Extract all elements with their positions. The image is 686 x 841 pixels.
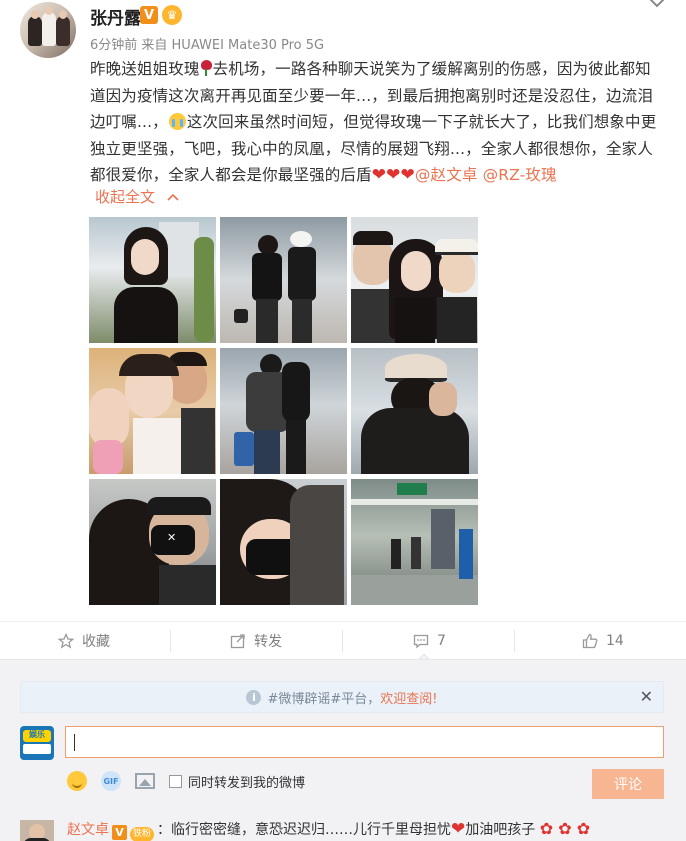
comment-body: ：临行密密缝，意恐迟迟归……儿行千里母担忧: [157, 822, 452, 838]
post-actions-bar: 收藏 转发 7 14: [0, 621, 686, 661]
share-icon: [230, 633, 246, 649]
divider: [170, 630, 171, 652]
thumbs-up-icon: [582, 633, 598, 649]
gif-icon[interactable]: GIF: [101, 771, 121, 791]
collapse-label: 收起全文: [95, 188, 156, 206]
comment-count: 7: [437, 633, 446, 649]
photo-6[interactable]: [351, 348, 478, 474]
chevron-up-icon: [167, 193, 179, 201]
favorite-label: 收藏: [82, 634, 110, 650]
content-text-1: 昨晚送姐姐玫瑰: [90, 60, 200, 78]
photo-4[interactable]: [89, 348, 216, 474]
emoji-icon[interactable]: [67, 771, 87, 791]
comment-tools: GIF 同时转发到我的微博: [67, 768, 305, 794]
comment-body-2: 加油吧孩子: [465, 822, 536, 838]
fan-badge-icon: 铁粉: [130, 827, 155, 841]
mention-zhaowenzhuo[interactable]: @赵文卓: [415, 166, 478, 184]
close-icon[interactable]: ✕: [640, 687, 653, 706]
repost-checkbox[interactable]: [169, 774, 182, 788]
info-icon: i: [246, 689, 262, 705]
commenter-avatar[interactable]: [20, 820, 54, 841]
photo-9[interactable]: [351, 479, 478, 605]
favorite-button[interactable]: 收藏: [57, 622, 110, 660]
comment-text: 赵文卓 V 铁粉 ：临行密密缝，意恐迟迟归……儿行千里母担忧❤加油吧孩子 ✿ ✿ ✿: [67, 819, 590, 841]
notice-link[interactable]: 欢迎查阅!: [380, 688, 437, 707]
like-button[interactable]: 14: [582, 622, 624, 660]
post-meta: 6分钟前 来自 HUAWEI Mate30 Pro 5G: [90, 38, 325, 53]
weibo-post: 张丹露 V ♛ 6分钟前 来自 HUAWEI Mate30 Pro 5G 昨晚送…: [0, 0, 686, 620]
comment-input[interactable]: [65, 726, 664, 758]
repost-checkbox-label: 同时转发到我的微博: [188, 775, 306, 791]
verified-badge-icon: V: [112, 825, 127, 840]
text-caret: [74, 734, 75, 751]
post-content: 昨晚送姐姐玫瑰 去机场，一路各种聊天说笑为了缓解离别的伤感，因为彼此都知道因为疫情…: [90, 56, 666, 189]
image-icon[interactable]: [135, 773, 155, 789]
notice-text: #微博辟谣#平台，: [267, 691, 381, 707]
vip-crown-icon: ♛: [162, 5, 182, 25]
divider: [514, 630, 515, 652]
mention-rz-meigui[interactable]: @RZ-玫瑰: [483, 166, 557, 184]
divider: [342, 630, 343, 652]
my-avatar[interactable]: 娱乐: [20, 726, 54, 760]
crying-emoji-icon: [168, 113, 186, 130]
submit-comment-button[interactable]: 评论: [592, 769, 664, 799]
chevron-down-icon[interactable]: [648, 0, 666, 14]
verified-badge-icon: V: [140, 6, 158, 24]
heart-emoji-icon: ❤: [451, 819, 466, 839]
photo-5[interactable]: [220, 348, 347, 474]
flower-emoji-icon: ✿ ✿ ✿: [539, 819, 591, 838]
photo-7[interactable]: ✕: [89, 479, 216, 605]
user-avatar[interactable]: [20, 2, 76, 58]
repost-label: 转发: [254, 634, 282, 650]
star-icon: [57, 632, 75, 649]
repost-button[interactable]: 转发: [230, 622, 282, 660]
comment-area: i #微博辟谣#平台， 欢迎查阅! ✕ 娱乐 GIF 同时转发到我的微博 评论 赵…: [0, 659, 686, 841]
username[interactable]: 张丹露: [90, 4, 141, 29]
photo-8[interactable]: [220, 479, 347, 605]
collapse-button[interactable]: 收起全文: [95, 186, 180, 207]
hearts-emoji-icon: ❤❤❤: [371, 165, 415, 185]
comment-item: 赵文卓 V 铁粉 ：临行密密缝，意恐迟迟归……儿行千里母担忧❤加油吧孩子 ✿ ✿ ✿: [20, 816, 680, 841]
rose-emoji-icon: [200, 60, 213, 76]
commenter-name[interactable]: 赵文卓: [67, 822, 109, 838]
photo-grid: ✕: [89, 217, 479, 606]
avatar-label: 娱乐: [29, 730, 45, 739]
photo-3[interactable]: [351, 217, 478, 343]
like-count: 14: [606, 633, 624, 649]
photo-1[interactable]: [89, 217, 216, 343]
photo-2[interactable]: [220, 217, 347, 343]
rumor-notice-banner: i #微博辟谣#平台， 欢迎查阅! ✕: [20, 681, 664, 713]
comment-icon: [413, 633, 429, 649]
